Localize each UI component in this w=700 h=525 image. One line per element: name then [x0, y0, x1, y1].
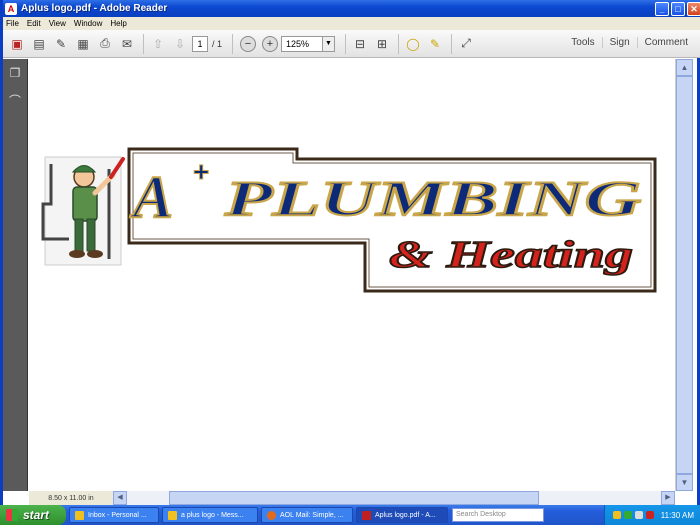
aplus-plumbing-logo: A + PLUMBING & Heating — [41, 147, 657, 293]
minimize-button[interactable]: _ — [655, 1, 669, 16]
start-label: start — [23, 508, 50, 522]
save-icon[interactable]: ▦ — [73, 34, 93, 54]
adobe-reader-icon: A — [5, 2, 17, 15]
scroll-right-icon[interactable]: ▶ — [661, 491, 675, 505]
logo-a-letter: A — [129, 164, 173, 230]
taskbar-item-label: AOL Mail: Simple, ... — [280, 511, 344, 519]
scroll-up-icon[interactable]: ▲ — [676, 59, 693, 76]
logo-plumbing-text: PLUMBING — [223, 170, 641, 226]
page-size-indicator: 8.50 x 11.00 in — [48, 494, 94, 502]
full-screen-icon[interactable]: ⤢ — [456, 34, 476, 54]
create-pdf-icon[interactable]: ▣ — [7, 34, 27, 54]
mascot-leg-right — [86, 218, 96, 252]
horizontal-scrollbar[interactable]: ◀ ▶ — [113, 491, 675, 505]
adobe-reader-window: A Aplus logo.pdf - Adobe Reader _ □ ✕ Fi… — [0, 0, 700, 505]
logo-heating-text: & Heating — [389, 234, 633, 276]
document-view[interactable]: A + PLUMBING & Heating — [29, 59, 675, 491]
task-pane-links: Tools Sign Comment — [564, 37, 695, 48]
fit-width-icon[interactable]: ⊞ — [372, 34, 392, 54]
zoom-out-icon[interactable]: − — [240, 35, 257, 52]
attachments-paperclip-icon[interactable]: ⌒ — [7, 93, 23, 109]
menu-view[interactable]: View — [49, 19, 66, 28]
title-bar[interactable]: A Aplus logo.pdf - Adobe Reader _ □ ✕ — [3, 0, 700, 17]
zoom-in-icon[interactable]: + — [262, 35, 279, 52]
taskbar-item-message[interactable]: a plus logo - Mess... — [162, 507, 258, 523]
status-bar: 8.50 x 11.00 in ◀ ▶ — [29, 491, 675, 505]
comment-link[interactable]: Comment — [636, 37, 695, 48]
tools-link[interactable]: Tools — [564, 37, 601, 48]
horizontal-scroll-thumb[interactable] — [169, 491, 539, 505]
navigation-pane: ❐ ⌒ — [3, 59, 28, 491]
email-icon[interactable]: ✉ — [117, 34, 137, 54]
previous-page-icon[interactable]: ⇧ — [148, 34, 168, 54]
highlight-icon[interactable]: ✎ — [425, 34, 445, 54]
menu-window[interactable]: Window — [74, 19, 102, 28]
taskbar-item-inbox[interactable]: Inbox - Personal ... — [69, 507, 159, 523]
tray-security-icon[interactable] — [623, 511, 632, 519]
taskbar-item-adobe-reader[interactable]: Aplus logo.pdf - A... — [356, 507, 448, 523]
toolbar-divider — [232, 33, 234, 54]
mascot-leg-left — [74, 218, 84, 252]
system-tray: 11:30 AM — [603, 505, 700, 525]
toolbar-divider — [451, 33, 453, 54]
windows-taskbar: start Inbox - Personal ... a plus logo -… — [0, 505, 700, 525]
scroll-down-icon[interactable]: ▼ — [676, 474, 693, 491]
tray-adobe-icon[interactable] — [645, 511, 654, 519]
vertical-scroll-thumb[interactable] — [676, 76, 693, 474]
print-icon[interactable]: ⎙ — [95, 34, 115, 54]
firefox-icon — [267, 510, 276, 520]
scroll-left-icon[interactable]: ◀ — [113, 491, 127, 505]
mascot-shoe-right — [87, 250, 103, 258]
menu-help[interactable]: Help — [110, 19, 126, 28]
edit-icon[interactable]: ✎ — [51, 34, 71, 54]
taskbar-item-label: a plus logo - Mess... — [181, 511, 244, 519]
menu-edit[interactable]: Edit — [27, 19, 41, 28]
windows-logo-icon — [6, 509, 18, 521]
fit-page-icon[interactable]: ⊟ — [350, 34, 370, 54]
window-title: Aplus logo.pdf - Adobe Reader — [21, 3, 168, 14]
maximize-button[interactable]: □ — [671, 1, 685, 16]
tray-app-icon[interactable] — [612, 511, 621, 519]
desktop-search-input[interactable]: Search Desktop — [452, 508, 544, 522]
adobe-reader-icon — [362, 510, 371, 520]
comment-bubble-icon[interactable]: ◯ — [403, 34, 423, 54]
page-thumbnails-icon[interactable]: ❐ — [7, 65, 23, 81]
close-button[interactable]: ✕ — [687, 1, 700, 16]
taskbar-item-label: Inbox - Personal ... — [88, 511, 147, 519]
menu-file[interactable]: File — [6, 19, 19, 28]
menu-bar: File Edit View Window Help — [3, 17, 700, 30]
taskbar-item-label: Aplus logo.pdf - A... — [375, 511, 436, 519]
mascot-shoe-left — [69, 250, 85, 258]
taskbar-item-aol-mail[interactable]: AOL Mail: Simple, ... — [261, 507, 353, 523]
zoom-dropdown-icon[interactable]: ▼ — [323, 35, 336, 52]
toolbar-divider — [398, 33, 400, 54]
page-number-input[interactable]: 1 — [192, 35, 208, 52]
sign-link[interactable]: Sign — [601, 37, 637, 48]
outlook-icon — [75, 510, 84, 520]
tray-network-icon[interactable] — [634, 511, 643, 519]
toolbar-divider — [143, 33, 144, 54]
logo-plus-sign: + — [193, 156, 209, 187]
clock: 11:30 AM — [660, 510, 694, 520]
toolbar: ▣ ▤ ✎ ▦ ⎙ ✉ ⇧ ⇩ 1 / 1 − + 125% ▼ ⊟ ⊞ ◯ ✎… — [3, 30, 700, 58]
toolbar-divider — [345, 33, 347, 54]
open-folder-icon[interactable]: ▤ — [29, 34, 49, 54]
vertical-scrollbar[interactable]: ▲ ▼ — [675, 59, 693, 491]
next-page-icon[interactable]: ⇩ — [170, 34, 190, 54]
start-button[interactable]: start — [0, 505, 66, 525]
page-total: / 1 — [212, 38, 223, 49]
zoom-level-field[interactable]: 125% — [281, 35, 324, 52]
message-icon — [168, 510, 177, 520]
